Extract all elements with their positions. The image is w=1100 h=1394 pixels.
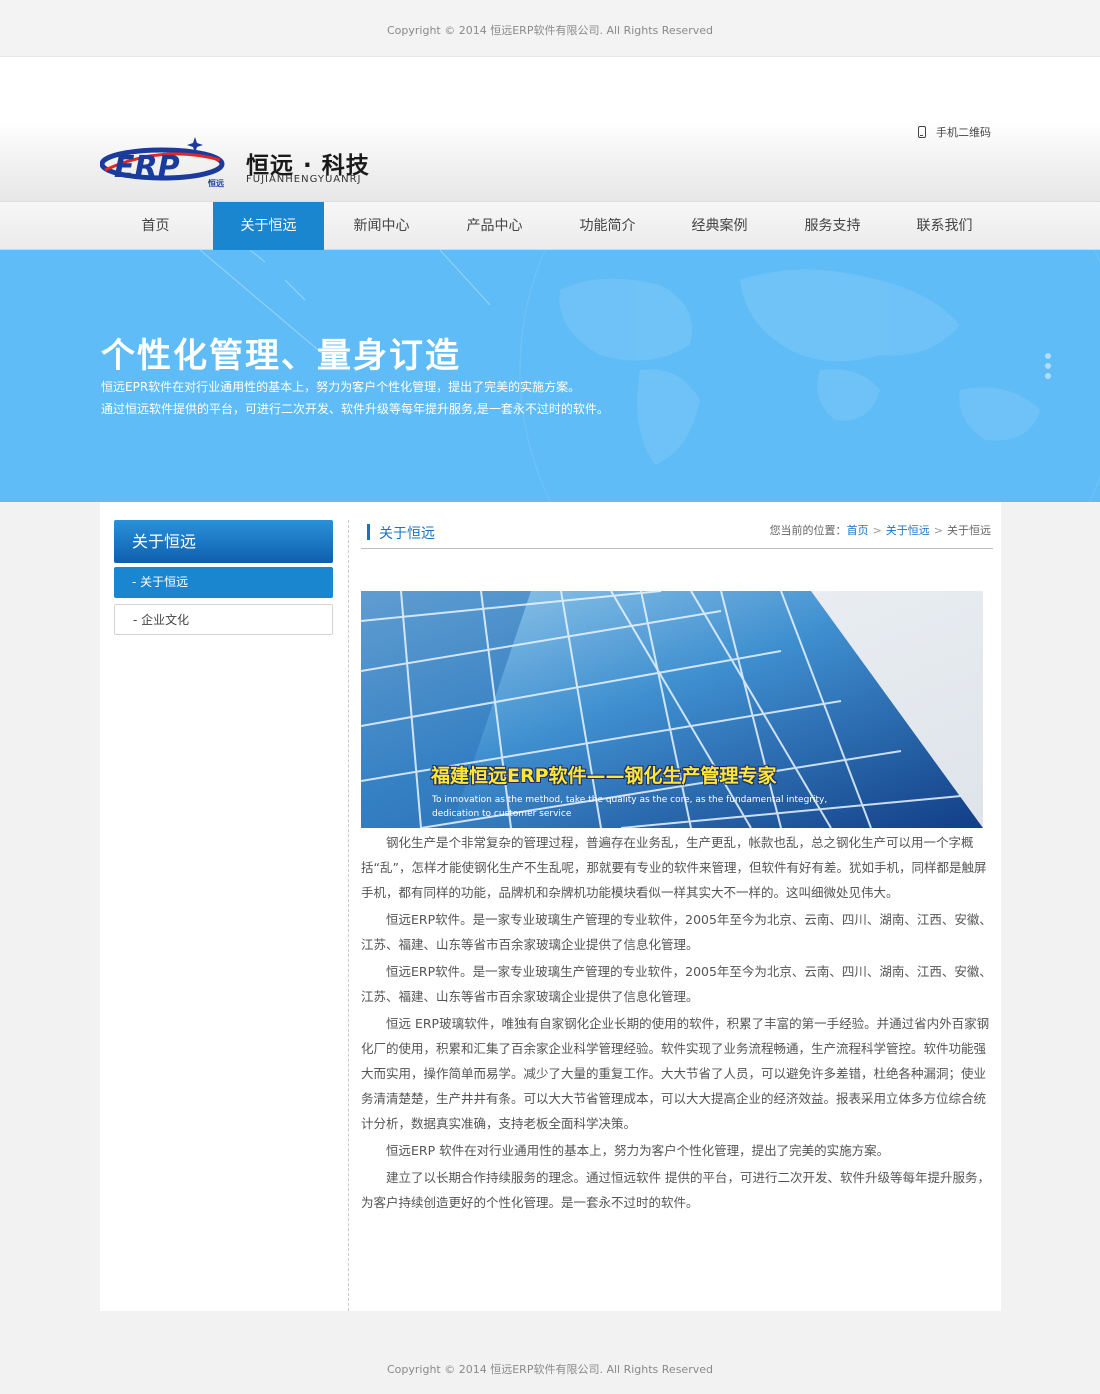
mobile-qr-link[interactable]: 手机二维码 bbox=[918, 124, 991, 140]
column-divider bbox=[348, 520, 349, 1311]
article-paragraph: 建立了以长期合作持续服务的理念。通过恒远软件 提供的平台，可进行二次开发、软件升… bbox=[361, 1170, 990, 1210]
breadcrumb: 您当前的位置：首页 > 关于恒远 > 关于恒远 bbox=[770, 522, 991, 538]
breadcrumb-current: 关于恒远 bbox=[947, 524, 991, 537]
article-paragraph: 恒远ERP软件。是一家专业玻璃生产管理的专业软件，2005年至今为北京、云南、四… bbox=[361, 964, 992, 1004]
hero-english-line-2: dedication to customer service bbox=[432, 809, 572, 819]
nav-item-news[interactable]: 新闻中心 bbox=[326, 202, 437, 250]
breadcrumb-prefix: 您当前的位置： bbox=[769, 524, 847, 537]
site-footer: Copyright © 2014 恒远ERP软件有限公司. All Rights… bbox=[0, 1311, 1100, 1394]
nav-item-support[interactable]: 服务支持 bbox=[777, 202, 888, 250]
nav-item-features[interactable]: 功能简介 bbox=[552, 202, 663, 250]
breadcrumb-about-link[interactable]: 关于恒远 bbox=[886, 524, 930, 537]
section-title-bar bbox=[367, 524, 370, 540]
site-logo[interactable]: ERP 恒远 恒远 · 科技 FUJIANHENGYUANRJ bbox=[100, 134, 390, 194]
hero-banner: 个性化管理、量身订造 恒远EPR软件在对行业通用性的基本上，努力为客户个性化管理… bbox=[0, 250, 1100, 502]
sidebar-item-culture[interactable]: - 企业文化 bbox=[114, 604, 333, 635]
breadcrumb-home-link[interactable]: 首页 bbox=[847, 524, 869, 537]
glass-building-picture bbox=[361, 591, 983, 828]
article-paragraph: 钢化生产是个非常复杂的管理过程，普遍存在业务乱，生产更乱，帐款也乱，总之钢化生产… bbox=[361, 835, 987, 900]
nav-item-products[interactable]: 产品中心 bbox=[439, 202, 550, 250]
article-paragraph: 恒远ERP 软件在对行业通用性的基本上，努力为客户个性化管理，提出了完美的实施方… bbox=[386, 1143, 890, 1158]
logo-sub-text: 恒远 bbox=[208, 179, 224, 188]
about-article: 钢化生产是个非常复杂的管理过程，普遍存在业务乱，生产更乱，帐款也乱，总之钢化生产… bbox=[361, 830, 994, 1215]
article-paragraph: 恒远 ERP玻璃软件，唯独有自家钢化企业长期的使用的软件，积累了丰富的第一手经验… bbox=[361, 1016, 990, 1131]
phone-icon bbox=[918, 126, 926, 138]
sidebar-title: 关于恒远 bbox=[114, 520, 333, 563]
site-header: ERP 恒远 恒远 · 科技 FUJIANHENGYUANRJ 手机二维码 bbox=[0, 57, 1100, 201]
section-header: 关于恒远 您当前的位置：首页 > 关于恒远 > 关于恒远 bbox=[361, 518, 993, 549]
hero-english-line-1: To innovation as the method, take the qu… bbox=[432, 795, 828, 805]
article-paragraph: 恒远ERP软件。是一家专业玻璃生产管理的专业软件，2005年至今为北京、云南、四… bbox=[361, 912, 992, 952]
nav-item-about[interactable]: 关于恒远 bbox=[213, 202, 324, 250]
banner-headline: 个性化管理、量身订造 bbox=[101, 336, 461, 376]
breadcrumb-separator-icon: > bbox=[933, 524, 943, 537]
hero-tagline: 福建恒远ERP软件——钢化生产管理专家 bbox=[431, 765, 777, 787]
nav-item-cases[interactable]: 经典案例 bbox=[664, 202, 775, 250]
banner-text-line-1: 恒远EPR软件在对行业通用性的基本上，努力为客户个性化管理，提出了完美的实施方案… bbox=[101, 380, 581, 394]
breadcrumb-separator-icon: > bbox=[872, 524, 882, 537]
content-panel: 关于恒远 - 关于恒远 - 企业文化 关于恒远 您当前的位置：首页 > 关于恒远 > 关… bbox=[100, 502, 1001, 1311]
nav-item-home[interactable]: 首页 bbox=[100, 202, 211, 250]
top-copyright: Copyright © 2014 恒远ERP软件有限公司. All Rights… bbox=[387, 24, 713, 37]
top-bar: Copyright © 2014 恒远ERP软件有限公司. All Rights… bbox=[0, 0, 1100, 57]
brand-name-en: FUJIANHENGYUANRJ bbox=[246, 174, 362, 185]
sidebar-item-about[interactable]: - 关于恒远 bbox=[114, 567, 333, 598]
banner-text-line-2: 通过恒远软件提供的平台，可进行二次开发、软件升级等每年提升服务,是一套永不过时的… bbox=[101, 402, 609, 416]
main-nav: 首页 关于恒远 新闻中心 产品中心 功能简介 经典案例 服务支持 联系我们 bbox=[0, 201, 1100, 250]
footer-copyright: Copyright © 2014 恒远ERP软件有限公司. All Rights… bbox=[387, 1363, 713, 1376]
section-title: 关于恒远 bbox=[379, 526, 435, 542]
nav-item-contact[interactable]: 联系我们 bbox=[889, 202, 1000, 250]
mobile-qr-label: 手机二维码 bbox=[936, 126, 991, 139]
company-hero-image: 福建恒远ERP软件——钢化生产管理专家 To innovation as the… bbox=[361, 591, 983, 828]
svg-text:ERP: ERP bbox=[114, 150, 180, 185]
